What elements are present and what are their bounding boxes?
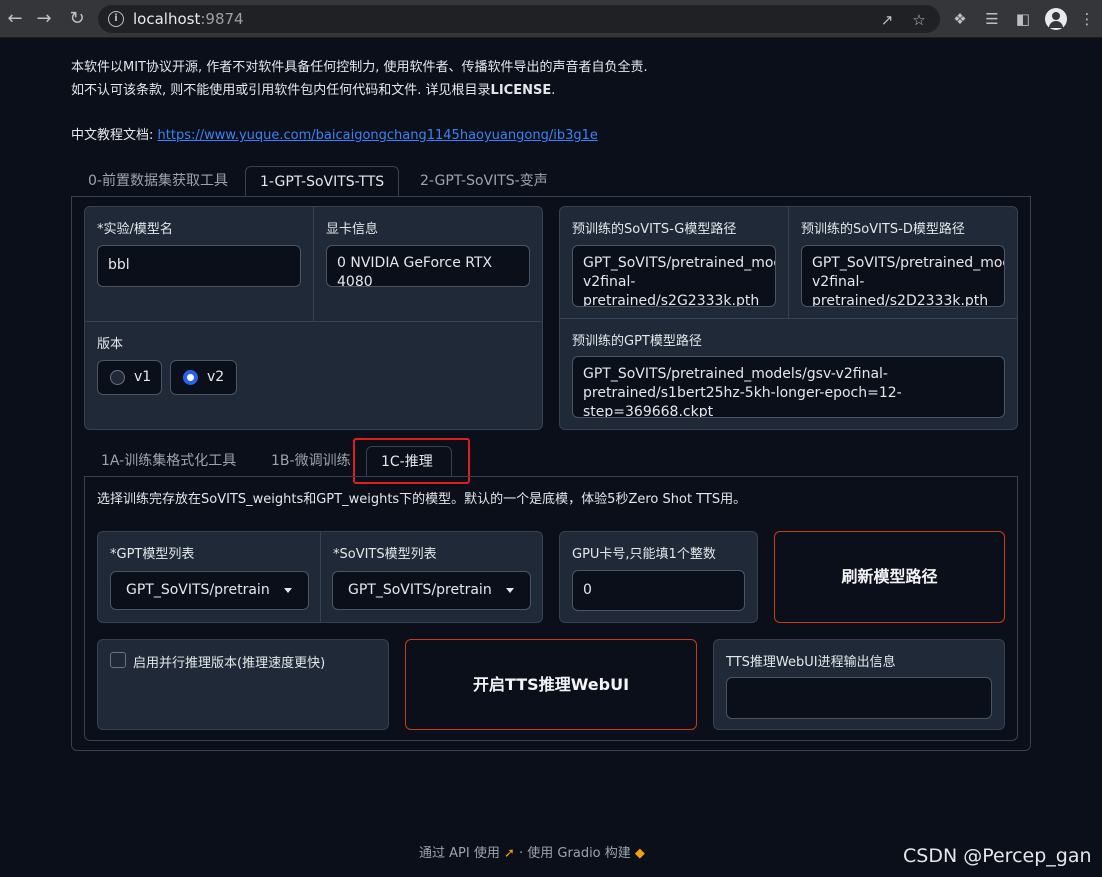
gpt-model-dropdown[interactable]: GPT_SoVITS/pretrain [110,571,309,610]
tab-dataset-format[interactable]: 1A-训练集格式化工具 [87,446,250,476]
gpt-pretrained-path-input[interactable]: GPT_SoVITS/pretrained_models/gsv-v2final… [572,356,1005,418]
doc-link-row: 中文教程文档: https://www.yuque.com/baicaigong… [71,128,598,143]
sovits-list-label: *SoVITS模型列表 [333,547,437,562]
version-label: 版本 [97,337,124,352]
start-tts-webui-button[interactable]: 开启TTS推理WebUI [405,639,697,730]
version-radio-v1[interactable]: v1 [97,360,162,395]
sovits-g-cell: 预训练的SoVITS-G模型路径 GPT_SoVITS/pretrained_m… [560,207,789,319]
gpu-number-input[interactable]: 0 [572,570,745,611]
bookmark-star-icon[interactable]: ☆ [910,11,928,29]
gradio-link[interactable]: 使用 Gradio 构建 [527,846,630,861]
footer-separator: · [519,846,524,861]
tab-finetune[interactable]: 1B-微调训练 [257,446,365,476]
tab-dataset-tools[interactable]: 0-前置数据集获取工具 [74,166,242,196]
gpt-pretrained-label: 预训练的GPT模型路径 [572,334,702,349]
sovits-g-label: 预训练的SoVITS-G模型路径 [572,222,737,237]
gpu-info-label: 显卡信息 [326,222,379,237]
model-name-label: *实验/模型名 [97,222,173,237]
model-name-input[interactable]: bbl [97,245,301,287]
tab-voice-change[interactable]: 2-GPT-SoVITS-变声 [406,166,562,196]
reload-icon[interactable]: ↻ [66,8,88,30]
footer: 通过 API 使用 ➚ · 使用 Gradio 构建 ◆ [419,842,645,861]
api-usage-link[interactable]: 通过 API 使用 [419,846,500,861]
sovits-model-selected: GPT_SoVITS/pretrain [348,582,492,598]
sovits-list-cell: *SoVITS模型列表 GPT_SoVITS/pretrain [321,532,543,622]
radio-unchecked-icon [110,370,125,385]
arrow-right-icon[interactable]: → [33,8,55,30]
tab-gpt-sovits-tts[interactable]: 1-GPT-SoVITS-TTS [245,166,400,197]
refresh-model-paths-button[interactable]: 刷新模型路径 [774,531,1005,623]
radio-checked-icon [183,370,198,385]
version-radio-v2[interactable]: v2 [170,360,237,395]
more-menu-icon[interactable]: ⋮ [1077,9,1097,29]
model-lists-block: *GPT模型列表 GPT_SoVITS/pretrain *SoVITS模型列表… [97,531,543,623]
tts-output-field [726,677,992,719]
version-v1-label: v1 [134,369,152,385]
gpt-list-label: *GPT模型列表 [110,547,195,562]
profile-avatar-icon[interactable] [1045,8,1067,30]
rocket-icon: ➚ [503,846,520,861]
doc-link[interactable]: https://www.yuque.com/baicaigongchang114… [158,128,598,143]
gpt-model-selected: GPT_SoVITS/pretrain [126,582,270,598]
inference-description: 选择训练完存放在SoVITS_weights和GPT_weights下的模型。默… [97,492,747,507]
gpu-number-label: GPU卡号,只能填1个整数 [572,547,716,562]
gradio-logo-icon: ◆ [634,846,645,861]
tts-output-block: TTS推理WebUI进程输出信息 [713,639,1005,730]
pretrained-paths-block: 预训练的SoVITS-G模型路径 GPT_SoVITS/pretrained_m… [559,206,1018,430]
license-notice-line1: 本软件以MIT协议开源, 作者不对软件具备任何控制力, 使用软件者、传播软件导出… [71,60,648,75]
arrow-left-icon[interactable]: ← [4,8,26,30]
sovits-g-path-input[interactable]: GPT_SoVITS/pretrained_models/gsv-v2final… [572,245,776,307]
sovits-model-dropdown[interactable]: GPT_SoVITS/pretrain [332,571,531,610]
parallel-inference-label: 启用并行推理版本(推理速度更快) [133,656,326,671]
sovits-d-label: 预训练的SoVITS-D模型路径 [801,222,965,237]
version-v2-label: v2 [207,369,225,385]
extensions-icon[interactable]: ❖ [950,9,970,29]
parallel-inference-checkbox[interactable] [110,652,126,668]
model-name-cell: *实验/模型名 bbl [85,207,314,322]
gpu-info-cell: 显卡信息 0 NVIDIA GeForce RTX 4080 [314,207,543,322]
side-panel-icon[interactable]: ◧ [1013,9,1033,29]
watermark: CSDN @Percep_gan [903,845,1092,867]
gpu-number-block: GPU卡号,只能填1个整数 0 [559,531,758,623]
sovits-d-cell: 预训练的SoVITS-D模型路径 GPT_SoVITS/pretrained_m… [789,207,1018,319]
gpt-list-cell: *GPT模型列表 GPT_SoVITS/pretrain [98,532,321,622]
url-text: localhost:9874 [133,10,244,28]
address-bar[interactable]: i localhost:9874 ↗ ☆ [98,5,940,33]
experiment-settings-block: *实验/模型名 bbl 显卡信息 0 NVIDIA GeForce RTX 40… [84,206,543,430]
gpu-info-field[interactable]: 0 NVIDIA GeForce RTX 4080 [326,245,530,287]
site-info-icon[interactable]: i [108,11,124,27]
media-queue-icon[interactable]: ☰ [982,9,1002,29]
browser-toolbar: ← → ↻ i localhost:9874 ↗ ☆ ❖ ☰ ◧ ⋮ [0,0,1102,38]
share-icon[interactable]: ↗ [878,11,896,29]
parallel-inference-block: 启用并行推理版本(推理速度更快) [97,639,389,730]
chevron-down-icon [506,588,514,593]
chevron-down-icon [284,588,292,593]
license-notice-line2: 如不认可该条款, 则不能使用或引用软件包内任何代码和文件. 详见根目录LICEN… [71,83,556,98]
sovits-d-path-input[interactable]: GPT_SoVITS/pretrained_models/gsv-v2final… [801,245,1005,307]
tts-output-label: TTS推理WebUI进程输出信息 [726,655,896,670]
